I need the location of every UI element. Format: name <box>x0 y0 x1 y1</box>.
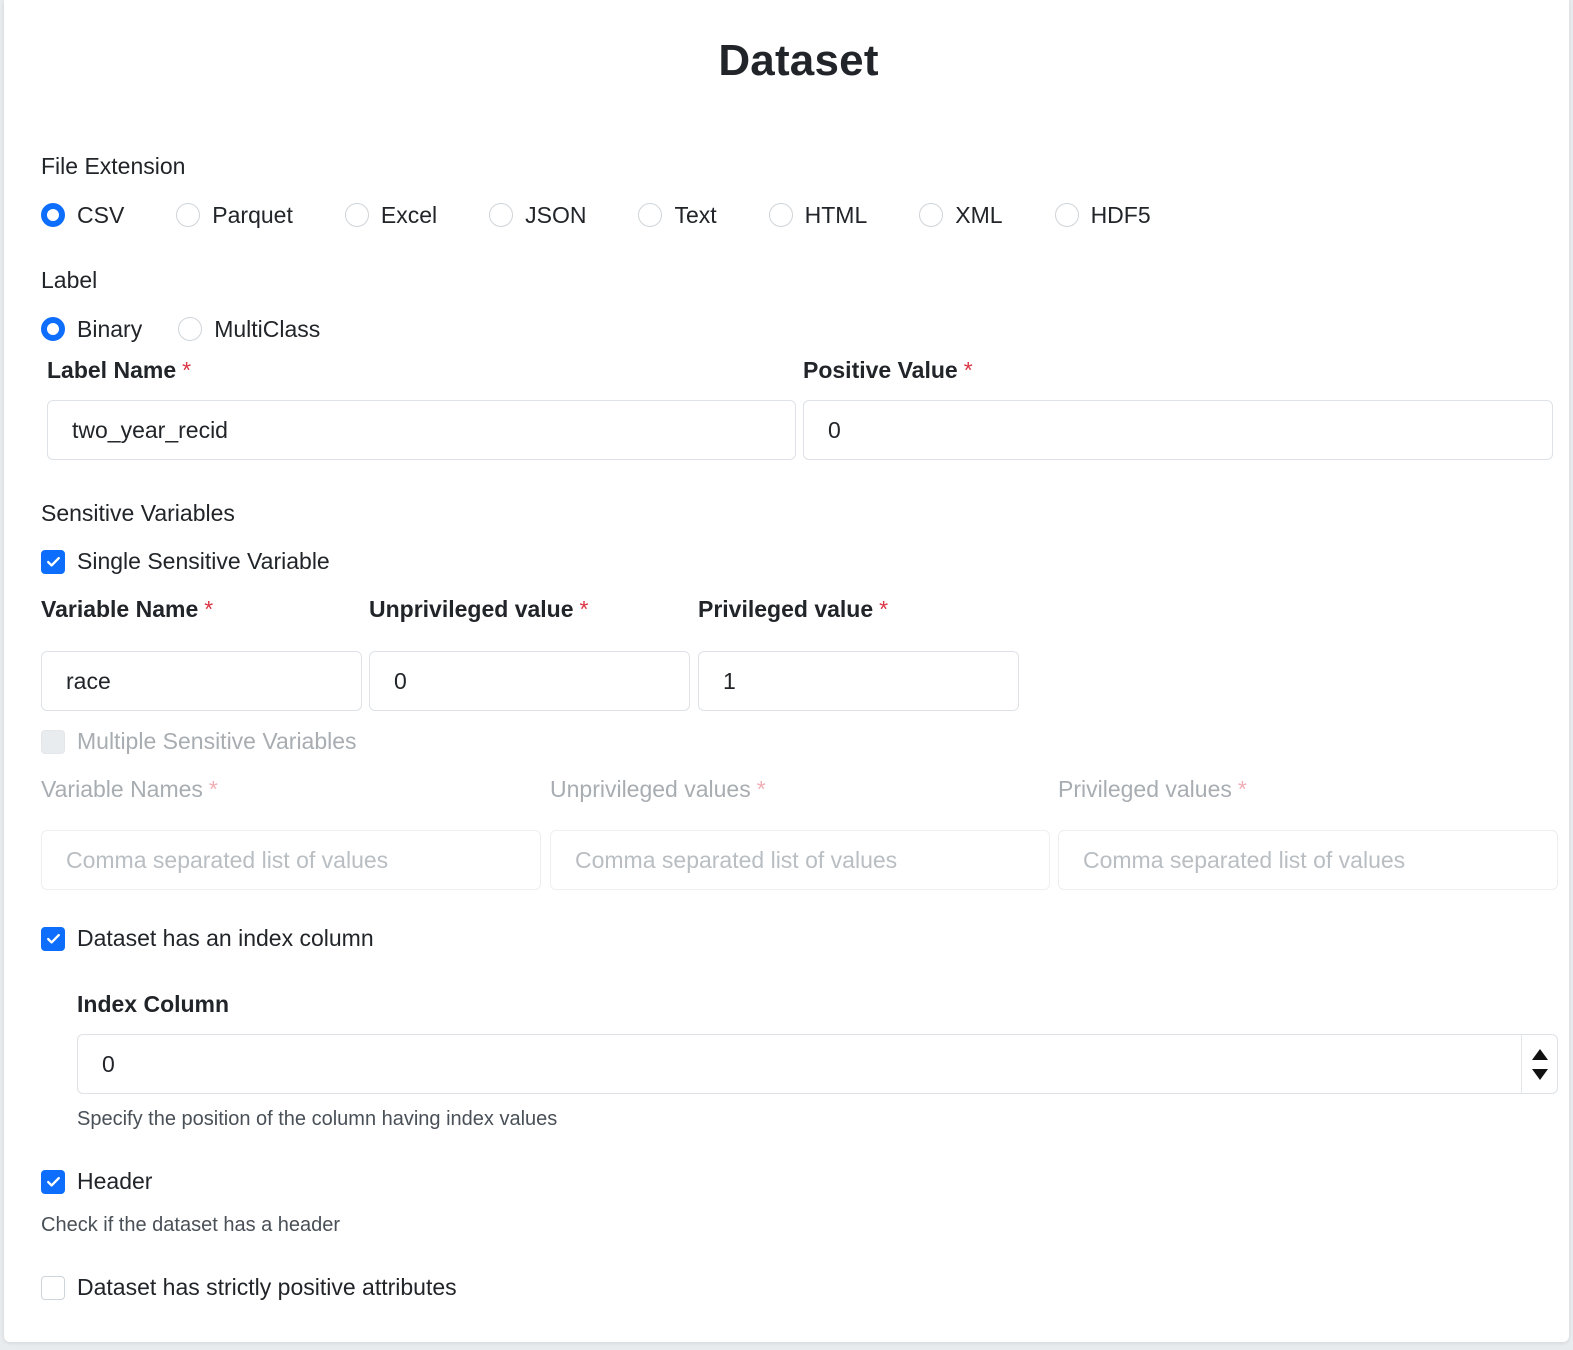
required-asterisk: * <box>963 357 973 383</box>
label-type-radio-group: Binary MultiClass <box>41 312 372 346</box>
required-asterisk: * <box>579 596 589 622</box>
radio-label: Binary <box>77 315 143 342</box>
radio-circle[interactable] <box>489 203 514 227</box>
checkbox-checked[interactable] <box>41 1169 65 1194</box>
radio-circle[interactable] <box>1054 203 1079 227</box>
radio-circle-checked[interactable] <box>41 203 65 227</box>
number-spinner[interactable] <box>1521 1035 1557 1093</box>
index-column-checkbox-row[interactable]: Dataset has an index column <box>41 925 374 952</box>
radio-label: Text <box>674 201 717 228</box>
header-checkbox-label: Header <box>77 1168 153 1194</box>
index-column-number-input[interactable]: 0 <box>77 1034 1558 1094</box>
privileged-value-input[interactable]: 1 <box>698 651 1019 711</box>
sensitive-variables-label: Sensitive Variables <box>41 500 235 526</box>
radio-label: Parquet <box>212 201 293 228</box>
radio-circle[interactable] <box>638 203 663 227</box>
checkbox-checked[interactable] <box>41 549 65 574</box>
positive-value-text: Positive Value <box>803 357 958 383</box>
radio-html[interactable]: HTML <box>768 201 868 229</box>
multiple-sensitive-label: Multiple Sensitive Variables <box>77 728 357 754</box>
multiple-sensitive-checkbox-row[interactable]: Multiple Sensitive Variables <box>41 728 357 755</box>
required-asterisk: * <box>879 596 889 622</box>
radio-label: CSV <box>77 201 125 228</box>
index-column-checkbox-label: Dataset has an index column <box>77 925 374 951</box>
check-icon <box>46 556 60 567</box>
check-icon <box>46 1176 60 1187</box>
checkbox-disabled[interactable] <box>41 729 65 754</box>
file-extension-label: File Extension <box>41 153 186 179</box>
unprivileged-values-input[interactable]: Comma separated list of values <box>550 830 1050 890</box>
radio-circle[interactable] <box>768 203 793 227</box>
radio-json[interactable]: JSON <box>489 202 586 229</box>
label-name-text: Label Name <box>47 357 177 383</box>
decrement-arrow-icon[interactable] <box>1531 1068 1548 1080</box>
unprivileged-value-text: Unprivileged value <box>369 596 574 622</box>
single-sensitive-checkbox-row[interactable]: Single Sensitive Variable <box>41 548 330 575</box>
radio-label: JSON <box>525 201 587 228</box>
radio-circle[interactable] <box>344 203 369 227</box>
required-asterisk: * <box>204 596 214 622</box>
variable-name-label: Variable Name * <box>41 596 213 623</box>
header-checkbox-row[interactable]: Header <box>41 1168 152 1195</box>
unprivileged-value-input[interactable]: 0 <box>369 651 690 711</box>
radio-label: HTML <box>804 201 868 228</box>
unprivileged-value-label: Unprivileged value * <box>369 596 588 623</box>
variable-names-label: Variable Names * <box>41 776 218 803</box>
index-column-label: Index Column <box>77 991 230 1017</box>
radio-circle[interactable] <box>176 203 201 227</box>
single-sensitive-label: Single Sensitive Variable <box>77 548 330 574</box>
positive-value-label: Positive Value * <box>803 357 973 384</box>
radio-excel[interactable]: Excel <box>344 201 438 229</box>
unprivileged-values-label: Unprivileged values * <box>550 776 766 803</box>
required-asterisk: * <box>756 776 766 802</box>
radio-csv[interactable]: CSV <box>41 202 124 229</box>
privileged-value-label: Privileged value * <box>698 596 888 623</box>
variable-name-input[interactable]: race <box>41 651 362 711</box>
radio-xml[interactable]: XML <box>919 201 1003 229</box>
index-column-value: 0 <box>102 1050 115 1077</box>
radio-label: HDF5 <box>1090 201 1151 228</box>
privileged-value-text: Privileged value <box>698 596 874 622</box>
checkbox-unchecked[interactable] <box>41 1275 65 1300</box>
radio-label: XML <box>955 201 1003 228</box>
privileged-values-label: Privileged values * <box>1058 776 1247 803</box>
header-help: Check if the dataset has a header <box>41 1214 341 1236</box>
radio-circle-checked[interactable] <box>41 317 65 341</box>
unprivileged-values-text: Unprivileged values <box>550 776 751 802</box>
radio-hdf5[interactable]: HDF5 <box>1054 201 1151 229</box>
privileged-values-text: Privileged values <box>1058 776 1232 802</box>
radio-circle[interactable] <box>919 203 944 227</box>
page-title: Dataset <box>718 36 879 85</box>
positive-value-input[interactable]: 0 <box>803 400 1553 460</box>
index-column-help: Specify the position of the column havin… <box>77 1108 558 1130</box>
label-name-input[interactable]: two_year_recid <box>47 400 796 460</box>
check-icon <box>46 933 60 944</box>
required-asterisk: * <box>208 776 218 802</box>
increment-arrow-icon[interactable] <box>1531 1048 1548 1060</box>
privileged-values-input[interactable]: Comma separated list of values <box>1058 830 1558 890</box>
radio-text[interactable]: Text <box>638 201 717 229</box>
variable-names-text: Variable Names <box>41 776 203 802</box>
checkbox-checked[interactable] <box>41 926 65 951</box>
variable-names-input[interactable]: Comma separated list of values <box>41 830 541 890</box>
radio-binary[interactable]: Binary <box>41 316 142 343</box>
positive-attributes-label: Dataset has strictly positive attributes <box>77 1274 457 1300</box>
radio-circle[interactable] <box>178 317 203 341</box>
required-asterisk: * <box>182 357 192 383</box>
label-name-label: Label Name * <box>47 357 191 384</box>
variable-name-text: Variable Name <box>41 596 199 622</box>
radio-label: MultiClass <box>214 315 321 342</box>
positive-attributes-checkbox-row[interactable]: Dataset has strictly positive attributes <box>41 1274 457 1301</box>
label-section-label: Label <box>41 267 98 293</box>
radio-parquet[interactable]: Parquet <box>176 202 293 229</box>
radio-multiclass[interactable]: MultiClass <box>178 316 320 343</box>
required-asterisk: * <box>1237 776 1247 802</box>
radio-label: Excel <box>380 201 438 228</box>
file-extension-radio-group: CSV Parquet Excel JSON Text HTML XML HDF… <box>41 198 1203 232</box>
